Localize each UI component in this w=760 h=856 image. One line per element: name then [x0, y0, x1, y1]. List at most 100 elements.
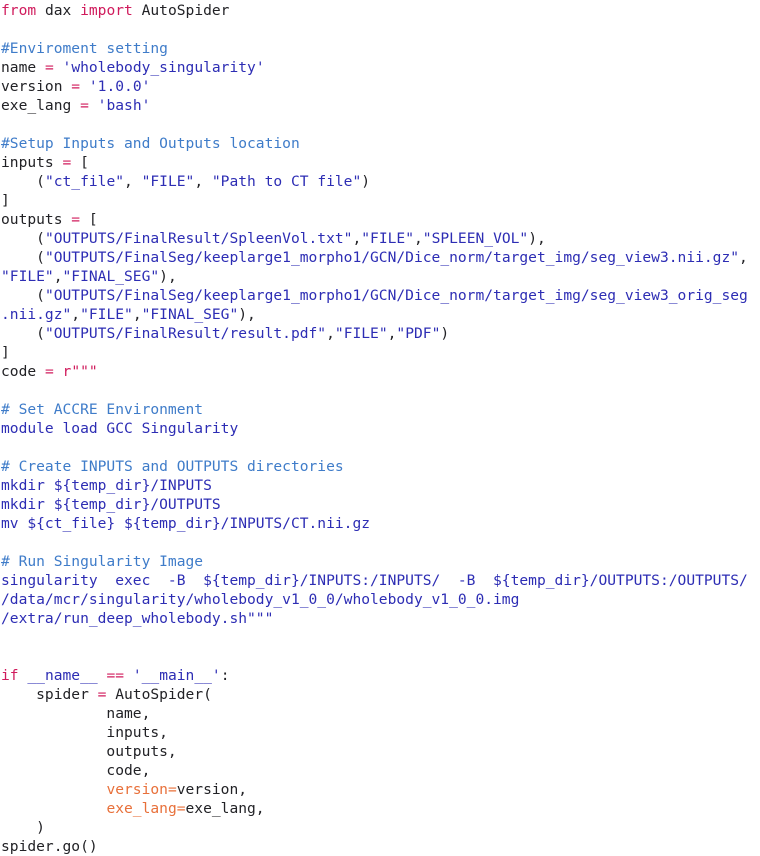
code-line[interactable]: ​ — [1, 20, 760, 39]
code-token-plain: dax — [36, 2, 81, 19]
code-token-operator: = — [71, 211, 81, 228]
code-token-plain: ( — [1, 230, 45, 247]
code-token-string: "FILE" — [1, 268, 54, 285]
code-token-plain: name — [1, 59, 45, 76]
code-line[interactable]: ("ct_file", "FILE", "Path to CT file") — [1, 172, 760, 191]
code-line[interactable]: outputs, — [1, 742, 760, 761]
code-line[interactable]: ​ — [1, 628, 760, 647]
code-line[interactable]: ("OUTPUTS/FinalSeg/keeplarge1_morpho1/GC… — [1, 286, 760, 305]
code-line[interactable]: ("OUTPUTS/FinalResult/result.pdf","FILE"… — [1, 324, 760, 343]
code-line[interactable]: #Enviroment setting — [1, 39, 760, 58]
code-line[interactable]: ] — [1, 343, 760, 362]
code-line[interactable]: /extra/run_deep_wholebody.sh""" — [1, 609, 760, 628]
code-token-string: '__main__' — [132, 667, 221, 684]
code-line[interactable]: inputs = [ — [1, 153, 760, 172]
code-line[interactable]: mkdir ${temp_dir}/INPUTS — [1, 476, 760, 495]
code-token-plain: , — [53, 268, 63, 285]
code-token-string: "FILE" — [80, 306, 133, 323]
code-token-plain: outputs, — [1, 743, 177, 760]
code-line[interactable]: inputs, — [1, 723, 760, 742]
code-line[interactable]: /data/mcr/singularity/wholebody_v1_0_0/w… — [1, 590, 760, 609]
code-token-plain: ] — [1, 192, 10, 209]
code-line[interactable]: singularity exec -B ${temp_dir}/INPUTS:/… — [1, 571, 760, 590]
code-line[interactable]: spider.go() — [1, 837, 760, 856]
code-editor-viewport[interactable]: from dax import AutoSpider​#Enviroment s… — [0, 0, 760, 855]
code-line[interactable]: ​ — [1, 533, 760, 552]
code-line[interactable]: # Create INPUTS and OUTPUTS directories — [1, 457, 760, 476]
code-token-plain: , — [413, 230, 423, 247]
code-line[interactable]: exe_lang=exe_lang, — [1, 799, 760, 818]
code-token-plain: , — [71, 306, 81, 323]
code-token-plain: ), — [159, 268, 177, 285]
code-line[interactable]: spider = AutoSpider( — [1, 685, 760, 704]
code-line[interactable]: # Run Singularity Image — [1, 552, 760, 571]
code-line[interactable]: from dax import AutoSpider — [1, 1, 760, 20]
code-line[interactable]: name = 'wholebody_singularity' — [1, 58, 760, 77]
code-line[interactable]: ("OUTPUTS/FinalSeg/keeplarge1_morpho1/GC… — [1, 248, 760, 267]
code-token-bash: mkdir ${temp_dir}/OUTPUTS — [1, 496, 221, 513]
code-token-plain: ) — [440, 325, 450, 342]
code-token-comment: # Run Singularity Image — [1, 553, 204, 570]
code-token-plain: inputs — [1, 154, 63, 171]
code-token-plain: : — [220, 667, 230, 684]
code-line[interactable]: mkdir ${temp_dir}/OUTPUTS — [1, 495, 760, 514]
code-line[interactable]: code = r""" — [1, 362, 760, 381]
code-line[interactable]: code, — [1, 761, 760, 780]
code-token-plain: exe_lang — [1, 97, 81, 114]
code-token-plain: inputs, — [1, 724, 168, 741]
code-line[interactable]: ("OUTPUTS/FinalResult/SpleenVol.txt","FI… — [1, 229, 760, 248]
code-token-string: "Path to CT file" — [211, 173, 362, 190]
code-line[interactable]: outputs = [ — [1, 210, 760, 229]
code-line[interactable]: version = '1.0.0' — [1, 77, 760, 96]
code-token-plain: , — [352, 230, 362, 247]
code-token-operator: = — [71, 78, 81, 95]
code-token-kwarg: exe_lang= — [106, 800, 186, 817]
code-token-plain: ), — [238, 306, 256, 323]
code-line[interactable]: ​ — [1, 381, 760, 400]
code-line[interactable]: exe_lang = 'bash' — [1, 96, 760, 115]
code-line[interactable]: ​ — [1, 647, 760, 666]
code-token-string: "FILE" — [334, 325, 388, 342]
code-token-string: "ct_file" — [44, 173, 125, 190]
code-line[interactable]: .nii.gz","FILE","FINAL_SEG"), — [1, 305, 760, 324]
code-line[interactable]: #Setup Inputs and Outputs location — [1, 134, 760, 153]
code-token-bash: /extra/run_deep_wholebody.sh""" — [1, 610, 274, 627]
code-line[interactable]: ​ — [1, 438, 760, 457]
code-token-plain: ( — [1, 287, 45, 304]
code-token-bash: mkdir ${temp_dir}/INPUTS — [1, 477, 212, 494]
code-token-comment: #Setup Inputs and Outputs location — [1, 135, 300, 152]
code-line[interactable]: "FILE","FINAL_SEG"), — [1, 267, 760, 286]
code-token-kwarg: version= — [106, 781, 177, 798]
code-line[interactable]: mv ${ct_file} ${temp_dir}/INPUTS/CT.nii.… — [1, 514, 760, 533]
code-line[interactable]: ​ — [1, 115, 760, 134]
code-token-plain: [ — [71, 154, 89, 171]
code-token-plain: AutoSpider( — [106, 686, 212, 703]
code-line[interactable]: name, — [1, 704, 760, 723]
code-token-string: "PDF" — [396, 325, 441, 342]
code-token-string: "FILE" — [141, 173, 195, 190]
code-token-operator: = — [44, 363, 54, 380]
code-token-plain: spider — [1, 686, 98, 703]
code-line[interactable]: ) — [1, 818, 760, 837]
code-token-plain: outputs — [1, 211, 72, 228]
code-token-string: "OUTPUTS/FinalResult/SpleenVol.txt" — [44, 230, 353, 247]
code-token-string: "OUTPUTS/FinalResult/result.pdf" — [44, 325, 327, 342]
code-line[interactable]: module load GCC Singularity — [1, 419, 760, 438]
code-token-string: 'wholebody_singularity' — [62, 59, 265, 76]
code-line[interactable]: if __name__ == '__main__': — [1, 666, 760, 685]
code-line[interactable]: # Set ACCRE Environment — [1, 400, 760, 419]
code-line[interactable]: version=version, — [1, 780, 760, 799]
code-token-plain: ( — [1, 325, 45, 342]
code-token-plain: , — [132, 306, 142, 323]
code-token-keyword: if — [1, 667, 19, 684]
code-token-string: "FINAL_SEG" — [62, 268, 160, 285]
code-token-comment: # Create INPUTS and OUTPUTS directories — [1, 458, 344, 475]
code-token-plain: , — [739, 249, 748, 266]
code-token-keyword: from — [1, 2, 37, 19]
code-token-keyword: r""" — [62, 363, 98, 380]
code-line[interactable]: ] — [1, 191, 760, 210]
